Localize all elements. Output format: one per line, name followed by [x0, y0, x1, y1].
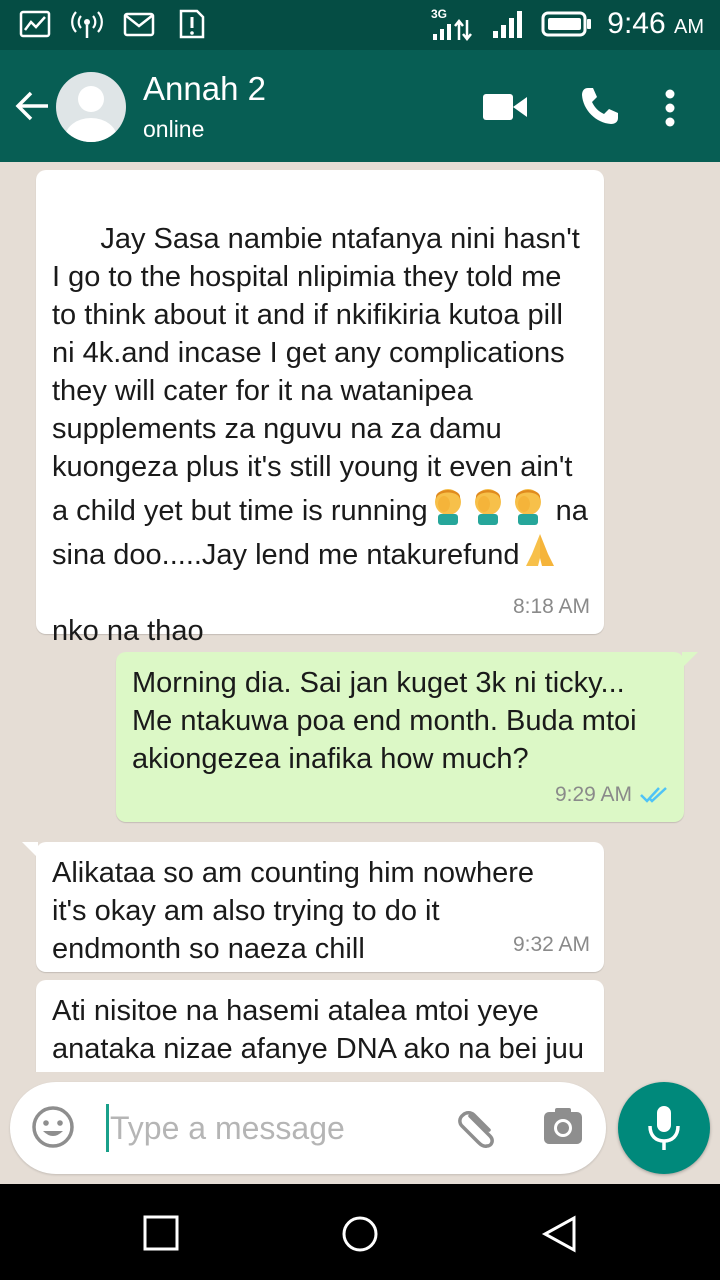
double-check-read-icon — [640, 787, 667, 803]
avatar[interactable] — [56, 72, 126, 142]
face-palm-emoji-icon — [434, 489, 461, 525]
message-input[interactable] — [110, 1100, 440, 1156]
activity-chart-icon — [19, 10, 51, 38]
camera-icon[interactable] — [542, 1106, 584, 1148]
status-bar: 3G 9:46 AM — [0, 0, 720, 50]
video-call-icon[interactable] — [482, 92, 528, 122]
voice-record-button[interactable] — [618, 1082, 710, 1174]
folded-hands-emoji-icon — [525, 534, 554, 566]
voice-call-icon[interactable] — [580, 86, 620, 126]
gmail-icon — [123, 12, 155, 37]
message-timestamp: 9:32 AM — [512, 933, 590, 956]
battery-icon — [541, 11, 592, 37]
clock: 9:46 AM — [607, 7, 704, 40]
message-outgoing[interactable]: Morning dia. Sai jan kuget 3k ni ticky..… — [116, 652, 698, 822]
message-text: Jay Sasa nambie ntafanya nini hasn't I g… — [52, 223, 596, 647]
signal-bars-icon — [493, 11, 523, 38]
message-text: Alikataa so am counting him nowhere it's… — [52, 857, 543, 965]
contact-name[interactable]: Annah 2 — [143, 70, 266, 108]
face-palm-emoji-icon — [474, 489, 501, 525]
back-arrow-icon[interactable] — [14, 88, 50, 124]
attach-icon[interactable] — [456, 1106, 502, 1150]
signal-3g-icon: 3G — [431, 7, 473, 42]
message-timestamp: 9:29 AM — [555, 776, 670, 814]
face-palm-emoji-icon — [514, 489, 541, 525]
message-text: Morning dia. Sai jan kuget 3k ni ticky..… — [132, 667, 645, 775]
message-list[interactable]: Jay Sasa nambie ntafanya nini hasn't I g… — [0, 162, 720, 1072]
back-triangle-icon[interactable] — [540, 1214, 580, 1254]
alert-icon — [179, 9, 205, 39]
message-incoming[interactable]: Jay Sasa nambie ntafanya nini hasn't I g… — [36, 170, 604, 647]
message-text: Ati nisitoe na hasemi atalea mtoi yeye a… — [52, 995, 585, 1072]
message-incoming[interactable]: Alikataa so am counting him nowhere it's… — [22, 842, 604, 972]
message-incoming[interactable]: Ati nisitoe na hasemi atalea mtoi yeye a… — [36, 980, 604, 1072]
contact-status: online — [143, 116, 205, 142]
message-timestamp: 8:18 AM — [512, 595, 590, 618]
svg-text:3G: 3G — [431, 7, 447, 21]
bubble-tail — [682, 652, 698, 668]
microphone-icon — [648, 1106, 680, 1150]
more-options-icon[interactable] — [662, 88, 678, 128]
recents-square-icon[interactable] — [142, 1214, 180, 1252]
hotspot-icon — [71, 11, 103, 38]
message-composer — [10, 1082, 606, 1174]
system-nav-bar — [0, 1184, 720, 1280]
text-cursor — [106, 1104, 109, 1152]
chat-header: Annah 2 online — [0, 50, 720, 162]
home-circle-icon[interactable] — [340, 1214, 380, 1254]
default-avatar-icon — [65, 86, 117, 142]
bubble-tail — [22, 842, 38, 858]
emoji-icon[interactable] — [30, 1104, 76, 1150]
